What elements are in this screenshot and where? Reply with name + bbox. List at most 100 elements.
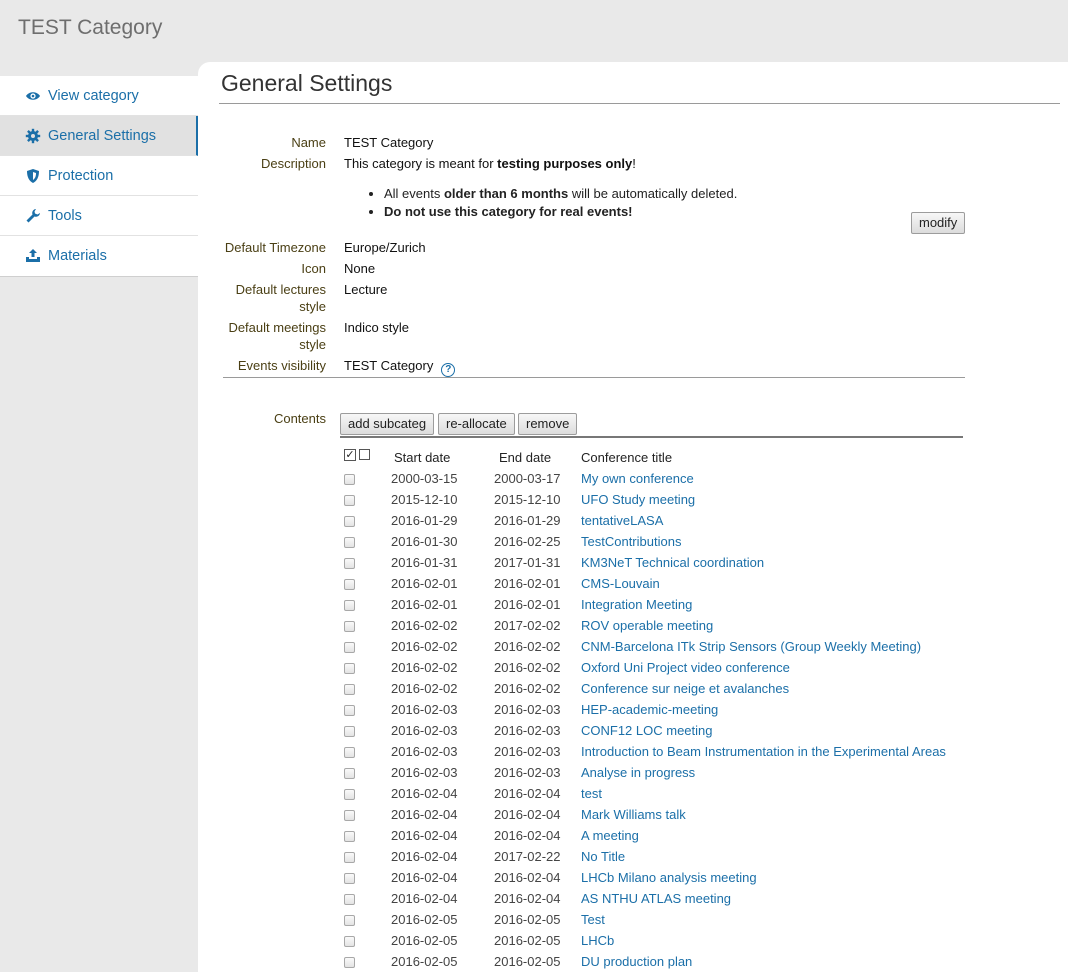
add-subcategory-button[interactable]: add subcateg	[340, 413, 435, 435]
name-label: Name	[291, 135, 326, 150]
conference-title-link[interactable]: HEP-academic-meeting	[581, 702, 718, 717]
row-checkbox[interactable]	[344, 705, 355, 716]
conference-title-link[interactable]: ROV operable meeting	[581, 618, 713, 633]
row-checkbox[interactable]	[344, 894, 355, 905]
conference-title-link[interactable]: Mark Williams talk	[581, 807, 686, 822]
row-checkbox[interactable]	[344, 768, 355, 779]
start-date: 2016-02-04	[391, 891, 458, 906]
column-header-start: Start date	[394, 450, 451, 465]
start-date: 2016-02-04	[391, 807, 458, 822]
row-checkbox[interactable]	[344, 642, 355, 653]
conference-title-link[interactable]: LHCb	[581, 933, 614, 948]
sidebar: View category General Settings Protectio…	[0, 76, 198, 277]
row-checkbox[interactable]	[344, 789, 355, 800]
sidebar-item-view-category[interactable]: View category	[0, 76, 198, 116]
conference-title-link[interactable]: KM3NeT Technical coordination	[581, 555, 764, 570]
timezone-label: Default Timezone	[224, 240, 326, 255]
conference-title-link[interactable]: No Title	[581, 849, 625, 864]
sidebar-item-general-settings[interactable]: General Settings	[0, 116, 198, 156]
row-checkbox[interactable]	[344, 936, 355, 947]
row-checkbox[interactable]	[344, 474, 355, 485]
visibility-text: TEST Category	[344, 358, 434, 373]
row-checkbox[interactable]	[344, 558, 355, 569]
row-checkbox[interactable]	[344, 684, 355, 695]
conference-title-link[interactable]: TestContributions	[581, 534, 681, 549]
conference-title-link[interactable]: tentativeLASA	[581, 513, 663, 528]
description-label: Description	[260, 156, 326, 171]
conference-title-link[interactable]: DU production plan	[581, 954, 692, 969]
row-checkbox[interactable]	[344, 873, 355, 884]
conference-title-link[interactable]: test	[581, 786, 602, 801]
timezone-value: Europe/Zurich	[344, 240, 426, 255]
start-date: 2016-02-01	[391, 576, 458, 591]
row-checkbox[interactable]	[344, 810, 355, 821]
end-date: 2016-02-02	[494, 660, 561, 675]
table-row: 2016-02-04 2017-02-22 No Title	[343, 847, 1043, 868]
lectures-style-label-line1: Default lectures	[235, 282, 326, 297]
select-none-checkbox[interactable]	[359, 449, 370, 460]
lectures-style-value: Lecture	[344, 282, 388, 297]
select-all-checkbox[interactable]: ✓	[344, 449, 356, 461]
row-checkbox[interactable]	[344, 726, 355, 737]
reallocate-button[interactable]: re-allocate	[438, 413, 515, 435]
row-checkbox[interactable]	[344, 852, 355, 863]
start-date: 2016-02-03	[391, 744, 458, 759]
end-date: 2016-02-02	[494, 639, 561, 654]
row-checkbox[interactable]	[344, 495, 355, 506]
row-checkbox[interactable]	[344, 831, 355, 842]
end-date: 2016-02-05	[494, 954, 561, 969]
row-checkbox[interactable]	[344, 516, 355, 527]
start-date: 2016-02-04	[391, 870, 458, 885]
help-icon[interactable]: ?	[441, 363, 456, 377]
row-checkbox[interactable]	[344, 621, 355, 632]
conference-title-link[interactable]: A meeting	[581, 828, 639, 843]
bullet-emphasis: older than 6 months	[443, 186, 569, 201]
conference-title-link[interactable]: UFO Study meeting	[581, 492, 695, 507]
conference-title-link[interactable]: Test	[581, 912, 605, 927]
row-checkbox[interactable]	[344, 579, 355, 590]
start-date: 2016-02-05	[391, 912, 458, 927]
end-date: 2016-02-03	[494, 723, 561, 738]
conference-title-link[interactable]: Analyse in progress	[581, 765, 695, 780]
table-row: 2016-02-02 2016-02-02 Oxford Uni Project v…	[343, 658, 1043, 679]
conference-title-link[interactable]: CONF12 LOC meeting	[581, 723, 713, 738]
lectures-style-label-line2: style	[299, 299, 326, 314]
visibility-value: TEST Category?	[344, 357, 456, 377]
modify-button[interactable]: modify	[911, 212, 966, 234]
conference-title-link[interactable]: LHCb Milano analysis meeting	[581, 870, 757, 885]
sidebar-item-materials[interactable]: Materials	[0, 236, 198, 276]
row-checkbox[interactable]	[344, 957, 355, 968]
start-date: 2016-02-05	[391, 954, 458, 969]
sidebar-item-protection[interactable]: Protection	[0, 156, 198, 196]
table-row: 2016-02-02 2017-02-02 ROV operable meeting	[343, 616, 1043, 637]
shield-icon	[25, 168, 41, 184]
remove-button[interactable]: remove	[518, 413, 578, 435]
table-row: 2016-01-29 2016-01-29 tentativeLASA	[343, 511, 1043, 532]
sidebar-item-label: Tools	[48, 207, 82, 224]
row-checkbox[interactable]	[344, 915, 355, 926]
conference-title-link[interactable]: Conference sur neige et avalanches	[581, 681, 789, 696]
conference-title-link[interactable]: CMS-Louvain	[581, 576, 660, 591]
conference-title-link[interactable]: Introduction to Beam Instrumentation in …	[581, 744, 946, 759]
conference-title-link[interactable]: My own conference	[581, 471, 694, 486]
conference-title-link[interactable]: Oxford Uni Project video conference	[581, 660, 790, 675]
contents-divider	[340, 436, 963, 438]
end-date: 2016-01-29	[494, 513, 561, 528]
start-date: 2016-02-03	[391, 765, 458, 780]
conference-title-link[interactable]: CNM-Barcelona ITk Strip Sensors (Group W…	[581, 639, 921, 654]
conference-title-link[interactable]: AS NTHU ATLAS meeting	[581, 891, 731, 906]
row-checkbox[interactable]	[344, 747, 355, 758]
row-checkbox[interactable]	[344, 537, 355, 548]
start-date: 2016-02-02	[391, 681, 458, 696]
table-row: 2016-02-01 2016-02-01 Integration Meeting	[343, 595, 1043, 616]
end-date: 2016-02-03	[494, 765, 561, 780]
row-checkbox[interactable]	[344, 600, 355, 611]
row-checkbox[interactable]	[344, 663, 355, 674]
bullet-suffix: will be automatically deleted.	[568, 186, 738, 201]
sidebar-item-label: Materials	[48, 248, 107, 264]
end-date: 2016-02-02	[494, 681, 561, 696]
sidebar-item-tools[interactable]: Tools	[0, 196, 198, 236]
name-value: TEST Category	[344, 135, 434, 150]
end-date: 2016-02-04	[494, 891, 561, 906]
conference-title-link[interactable]: Integration Meeting	[581, 597, 692, 612]
